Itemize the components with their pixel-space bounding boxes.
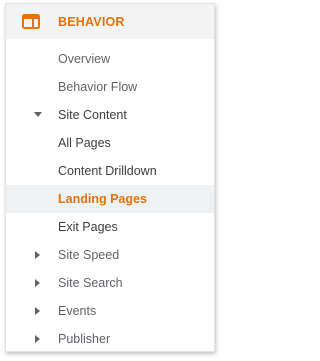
nav-subitem-label: Content Drilldown [58, 164, 157, 178]
nav-group-site-content[interactable]: Site Content [6, 101, 214, 129]
nav-item-label: Behavior Flow [58, 80, 138, 94]
nav-group-label: Events [58, 304, 97, 318]
nav-item-label: Overview [58, 52, 111, 66]
nav-group-publisher[interactable]: Publisher [6, 325, 214, 351]
nav-subitem-label: All Pages [58, 136, 111, 150]
nav-subitem-content-drilldown[interactable]: Content Drilldown [6, 157, 214, 185]
nav-group-label: Publisher [58, 332, 111, 346]
caret-right-icon [34, 297, 44, 325]
nav-group-site-speed[interactable]: Site Speed [6, 241, 214, 269]
nav-group-events[interactable]: Events [6, 297, 214, 325]
nav-subitem-all-pages[interactable]: All Pages [6, 129, 214, 157]
nav-group-label: Site Content [58, 108, 127, 122]
caret-right-icon [34, 269, 44, 297]
nav-subitem-landing-pages[interactable]: Landing Pages [6, 185, 214, 213]
nav-subitem-label: Landing Pages [58, 192, 147, 206]
nav-group-site-search[interactable]: Site Search [6, 269, 214, 297]
nav-subitem-label: Exit Pages [58, 220, 118, 234]
caret-right-icon [34, 241, 44, 269]
nav-group-label: Site Search [58, 276, 123, 290]
behavior-section-header[interactable]: BEHAVIOR [6, 4, 214, 39]
behavior-nav-panel: BEHAVIOR Overview Behavior Flow Site Con… [5, 3, 215, 352]
nav-group-label: Site Speed [58, 248, 120, 262]
nav-item-overview[interactable]: Overview [6, 45, 214, 73]
behavior-section-title: BEHAVIOR [58, 15, 125, 29]
caret-down-icon [34, 101, 44, 129]
nav-item-behavior-flow[interactable]: Behavior Flow [6, 73, 214, 101]
nav-subitem-exit-pages[interactable]: Exit Pages [6, 213, 214, 241]
caret-right-icon [34, 325, 44, 351]
behavior-window-icon [22, 14, 40, 29]
